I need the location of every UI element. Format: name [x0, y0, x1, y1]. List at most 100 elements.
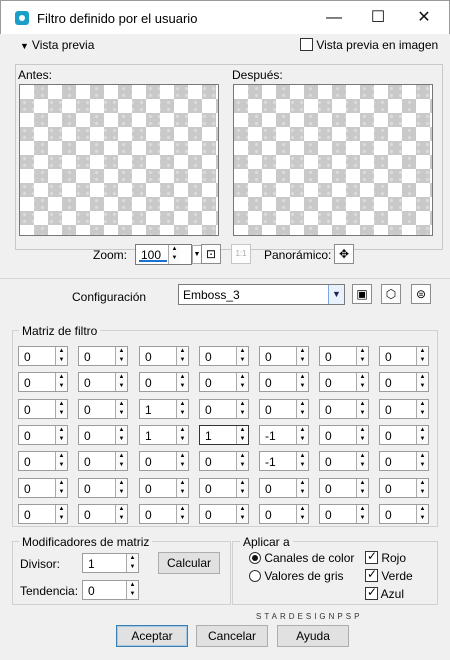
matrix-cell-input[interactable]: 0 ▲ ▼ — [319, 346, 369, 366]
radio-button[interactable] — [249, 552, 261, 564]
matrix-cell-spinner[interactable]: ▲ ▼ — [416, 426, 428, 444]
matrix-cell-spinner[interactable]: ▲ ▼ — [236, 479, 248, 497]
reset-preset-icon[interactable]: ⬡ — [381, 284, 401, 304]
matrix-cell-input[interactable]: 0 ▲ ▼ — [139, 451, 189, 471]
matrix-cell-input[interactable]: 0 ▲ ▼ — [259, 399, 309, 419]
blue-checkbox[interactable]: Azul — [365, 585, 404, 601]
help-button[interactable]: Ayuda — [277, 625, 349, 647]
matrix-cell-spinner[interactable]: ▲ ▼ — [356, 400, 368, 418]
matrix-cell-input[interactable]: 0 ▲ ▼ — [78, 504, 128, 524]
minimize-button[interactable]: — — [319, 5, 349, 31]
matrix-cell-input[interactable]: 0 ▲ ▼ — [18, 372, 68, 392]
matrix-cell-input[interactable]: 0 ▲ ▼ — [139, 346, 189, 366]
red-checkbox[interactable]: Rojo — [365, 549, 406, 565]
matrix-cell-spinner[interactable]: ▲ ▼ — [416, 452, 428, 470]
matrix-cell-spinner[interactable]: ▲ ▼ — [176, 426, 188, 444]
matrix-cell-spinner[interactable]: ▲ ▼ — [176, 373, 188, 391]
matrix-cell-input[interactable]: 0 ▲ ▼ — [379, 399, 429, 419]
matrix-cell-input[interactable]: 0 ▲ ▼ — [379, 504, 429, 524]
matrix-cell-input[interactable]: 1 ▲ ▼ — [199, 425, 249, 445]
matrix-cell-input[interactable]: 1 ▲ ▼ — [139, 399, 189, 419]
matrix-cell-spinner[interactable]: ▲ ▼ — [236, 505, 248, 523]
matrix-cell-input[interactable]: 0 ▲ ▼ — [319, 425, 369, 445]
pan-move-icon[interactable]: ✥ — [334, 244, 354, 264]
matrix-cell-spinner[interactable]: ▲ ▼ — [356, 347, 368, 365]
matrix-cell-input[interactable]: 0 ▲ ▼ — [259, 478, 309, 498]
matrix-cell-spinner[interactable]: ▲ ▼ — [176, 505, 188, 523]
matrix-cell-spinner[interactable]: ▲ ▼ — [55, 479, 67, 497]
cancel-button[interactable]: Cancelar — [196, 625, 268, 647]
matrix-cell-spinner[interactable]: ▲ ▼ — [55, 373, 67, 391]
matrix-cell-spinner[interactable]: ▲ ▼ — [416, 347, 428, 365]
matrix-cell-spinner[interactable]: ▲ ▼ — [115, 452, 127, 470]
gray-values-radio[interactable]: Valores de gris — [249, 569, 344, 583]
zoom-fit-button[interactable]: ⊡ — [201, 244, 221, 264]
matrix-cell-spinner[interactable]: ▲ ▼ — [115, 347, 127, 365]
matrix-cell-spinner[interactable]: ▲ ▼ — [55, 347, 67, 365]
matrix-cell-spinner[interactable]: ▲ ▼ — [115, 373, 127, 391]
matrix-cell-spinner[interactable]: ▲ ▼ — [176, 400, 188, 418]
matrix-cell-spinner[interactable]: ▲ ▼ — [115, 426, 127, 444]
matrix-cell-input[interactable]: 0 ▲ ▼ — [18, 478, 68, 498]
radio-button[interactable] — [249, 570, 261, 582]
zoom-actual-size-button[interactable]: 1:1 — [231, 244, 251, 264]
matrix-cell-input[interactable]: 0 ▲ ▼ — [319, 399, 369, 419]
matrix-cell-input[interactable]: -1 ▲ ▼ — [259, 451, 309, 471]
matrix-cell-spinner[interactable]: ▲ ▼ — [176, 452, 188, 470]
matrix-cell-input[interactable]: 0 ▲ ▼ — [199, 478, 249, 498]
close-button[interactable]: ✕ — [409, 5, 439, 31]
matrix-cell-spinner[interactable]: ▲ ▼ — [296, 400, 308, 418]
color-channels-radio[interactable]: Canales de color — [249, 551, 354, 565]
matrix-cell-input[interactable]: 0 ▲ ▼ — [259, 504, 309, 524]
matrix-cell-spinner[interactable]: ▲ ▼ — [356, 373, 368, 391]
calculate-button[interactable]: Calcular — [158, 552, 220, 574]
matrix-cell-spinner[interactable]: ▲ ▼ — [55, 505, 67, 523]
matrix-cell-spinner[interactable]: ▲ ▼ — [55, 426, 67, 444]
matrix-cell-input[interactable]: 0 ▲ ▼ — [199, 372, 249, 392]
matrix-cell-input[interactable]: 0 ▲ ▼ — [199, 451, 249, 471]
matrix-cell-input[interactable]: 0 ▲ ▼ — [379, 451, 429, 471]
matrix-cell-input[interactable]: 0 ▲ ▼ — [18, 346, 68, 366]
matrix-cell-input[interactable]: 0 ▲ ▼ — [259, 346, 309, 366]
matrix-cell-spinner[interactable]: ▲ ▼ — [236, 452, 248, 470]
matrix-cell-spinner[interactable]: ▲ ▼ — [356, 426, 368, 444]
matrix-cell-input[interactable]: 0 ▲ ▼ — [199, 399, 249, 419]
matrix-cell-spinner[interactable]: ▲ ▼ — [176, 347, 188, 365]
matrix-cell-spinner[interactable]: ▲ ▼ — [296, 452, 308, 470]
matrix-cell-spinner[interactable]: ▲ ▼ — [356, 505, 368, 523]
matrix-cell-input[interactable]: 0 ▲ ▼ — [259, 372, 309, 392]
image-preview-checkbox[interactable]: Vista previa en imagen — [300, 38, 438, 52]
green-checkbox[interactable]: Verde — [365, 567, 413, 583]
before-preview-image[interactable] — [19, 84, 219, 236]
matrix-cell-input[interactable]: 0 ▲ ▼ — [319, 372, 369, 392]
matrix-cell-spinner[interactable]: ▲ ▼ — [115, 400, 127, 418]
matrix-cell-spinner[interactable]: ▲ ▼ — [296, 479, 308, 497]
matrix-cell-input[interactable]: 0 ▲ ▼ — [319, 478, 369, 498]
zoom-spinner[interactable]: ▲ ▼ — [168, 245, 180, 264]
matrix-cell-spinner[interactable]: ▲ ▼ — [296, 505, 308, 523]
checkbox-box[interactable] — [365, 567, 378, 582]
matrix-cell-input[interactable]: 0 ▲ ▼ — [199, 504, 249, 524]
matrix-cell-spinner[interactable]: ▲ ▼ — [55, 452, 67, 470]
matrix-cell-input[interactable]: 0 ▲ ▼ — [78, 346, 128, 366]
matrix-cell-input[interactable]: 0 ▲ ▼ — [78, 425, 128, 445]
matrix-cell-spinner[interactable]: ▲ ▼ — [55, 400, 67, 418]
checkbox-box[interactable] — [365, 585, 378, 600]
import-preset-icon[interactable]: ⊜ — [411, 284, 431, 304]
matrix-cell-input[interactable]: 0 ▲ ▼ — [319, 451, 369, 471]
matrix-cell-spinner[interactable]: ▲ ▼ — [236, 426, 248, 444]
matrix-cell-spinner[interactable]: ▲ ▼ — [296, 426, 308, 444]
matrix-cell-spinner[interactable]: ▲ ▼ — [236, 373, 248, 391]
matrix-cell-input[interactable]: 0 ▲ ▼ — [379, 372, 429, 392]
matrix-cell-input[interactable]: 0 ▲ ▼ — [139, 478, 189, 498]
matrix-cell-input[interactable]: 0 ▲ ▼ — [78, 372, 128, 392]
checkbox-box[interactable] — [300, 38, 313, 51]
maximize-button[interactable]: ☐ — [363, 5, 393, 31]
matrix-cell-input[interactable]: 0 ▲ ▼ — [319, 504, 369, 524]
matrix-cell-input[interactable]: -1 ▲ ▼ — [259, 425, 309, 445]
matrix-cell-input[interactable]: 0 ▲ ▼ — [139, 372, 189, 392]
after-preview-image[interactable] — [233, 84, 433, 236]
save-preset-icon[interactable]: ▣ — [352, 284, 372, 304]
matrix-cell-spinner[interactable]: ▲ ▼ — [115, 479, 127, 497]
bias-spinner[interactable]: ▲ ▼ — [126, 581, 138, 599]
